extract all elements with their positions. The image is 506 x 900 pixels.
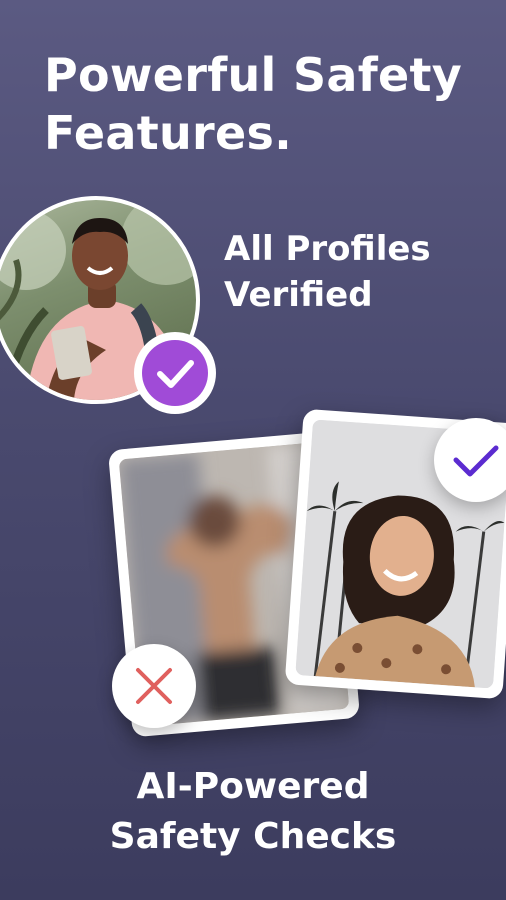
check-circle-icon [142,340,208,406]
verified-line-2: Verified [224,275,373,315]
approve-badge [434,418,506,502]
headline-line-2: Features. [44,106,292,160]
headline: Powerful Safety Features. [44,46,484,162]
reject-badge [112,644,196,728]
x-mark-icon [136,668,172,704]
verified-line-1: All Profiles [224,229,431,269]
verified-badge [134,332,216,414]
checks-line-2: Safety Checks [109,816,397,857]
check-icon [453,445,499,477]
checks-line-1: AI-Powered [136,766,370,807]
verified-label: All Profiles Verified [224,226,431,318]
safety-checks-label: AI-Powered Safety Checks [0,762,506,862]
headline-line-1: Powerful Safety [44,48,463,102]
